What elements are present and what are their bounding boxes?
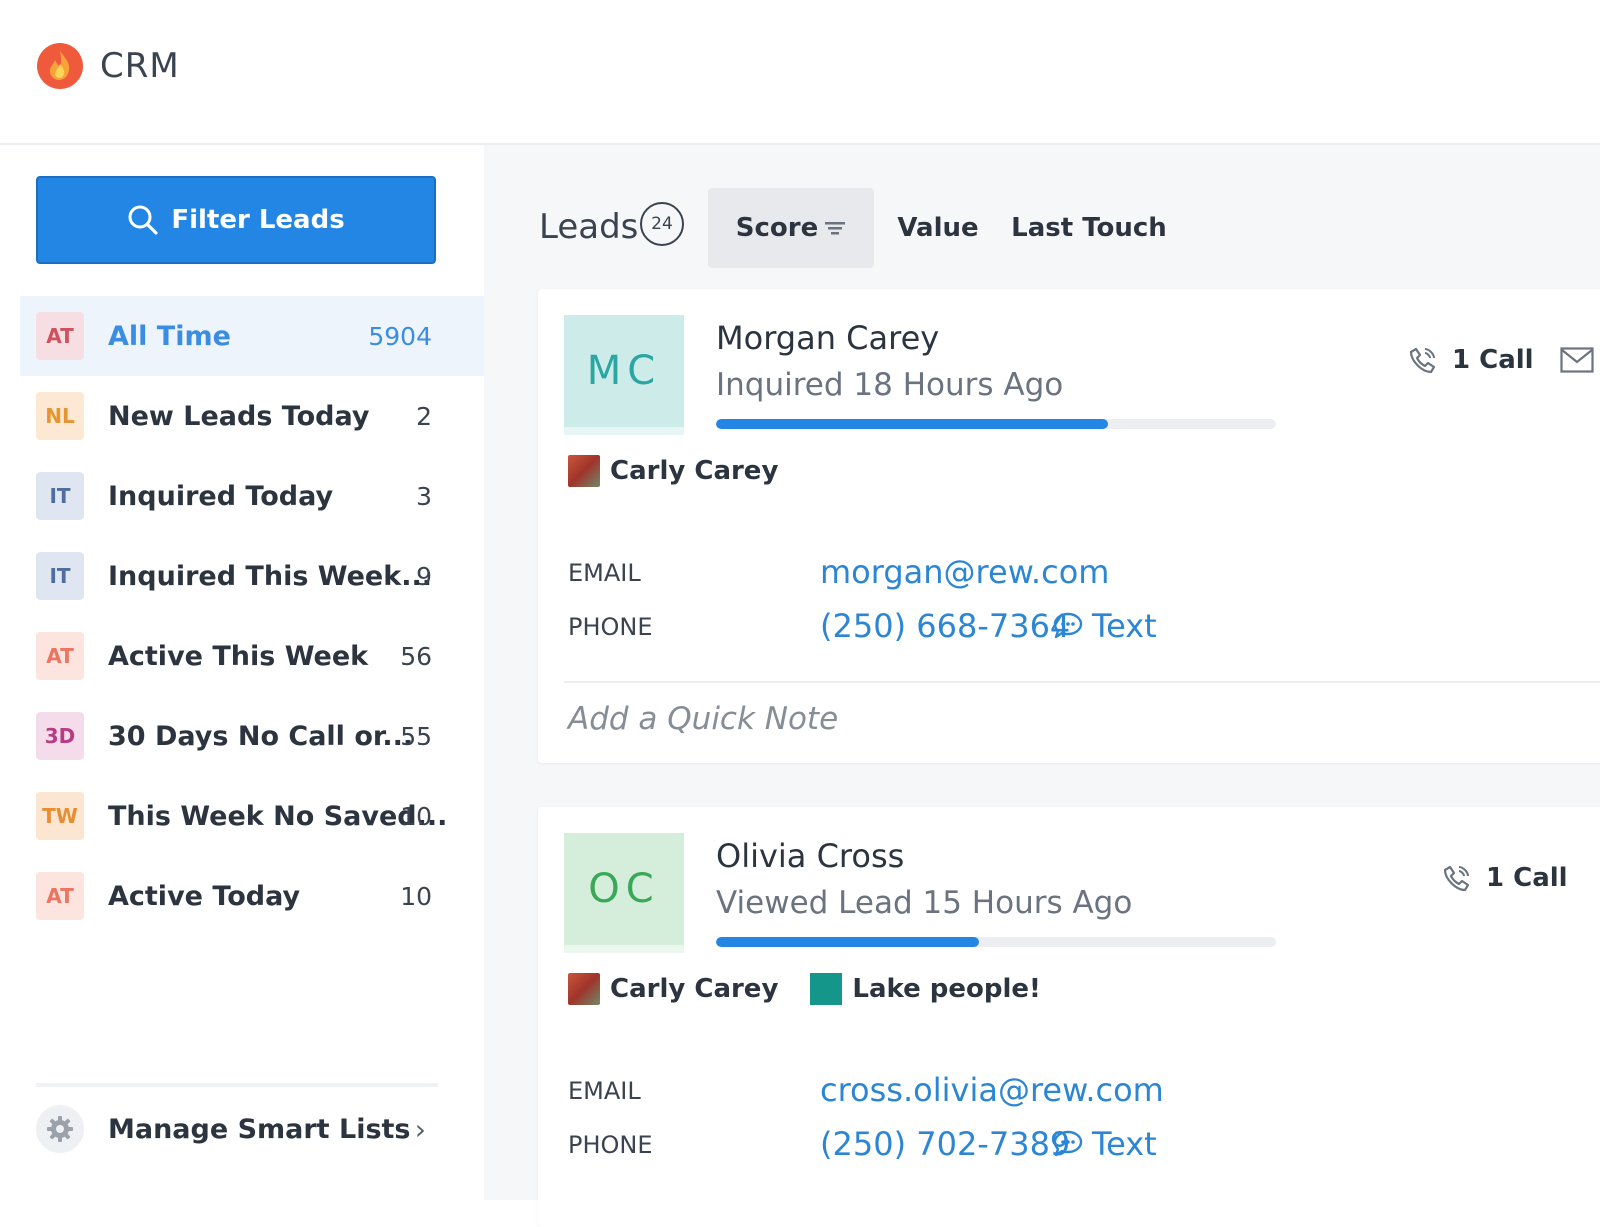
lead-score-fill (716, 419, 1108, 429)
list-count: 10 (400, 801, 432, 831)
list-badge: TW (36, 792, 84, 840)
phone-label: PHONE (568, 613, 653, 641)
list-label: Inquired This Week... (108, 560, 432, 592)
quick-note-input[interactable]: Add a Quick Note (568, 701, 838, 737)
lead-card[interactable]: OC Olivia Cross Viewed Lead 15 Hours Ago… (538, 807, 1600, 1227)
text-message-link[interactable]: Text (1052, 1125, 1157, 1163)
list-label: Active Today (108, 880, 301, 912)
tag-color-swatch (810, 973, 843, 1005)
list-label: This Week No Saved... (108, 800, 448, 832)
smart-list: AT All Time 5904 NL New Leads Today 2 IT… (20, 296, 484, 936)
flame-logo-icon (37, 43, 83, 89)
lead-status: Viewed Lead 15 Hours Ago (716, 885, 1133, 921)
sort-tab-score[interactable]: Score (708, 188, 874, 268)
sort-descending-icon (825, 222, 846, 235)
chevron-right-icon: › (414, 1113, 426, 1146)
phone-link[interactable]: (250) 668-7364 (820, 607, 1070, 645)
list-label: 30 Days No Call or... (108, 720, 414, 752)
text-message-link[interactable]: Text (1052, 607, 1157, 645)
list-badge: AT (36, 312, 84, 360)
lead-avatar: MC (564, 315, 684, 435)
email-link[interactable]: cross.olivia@rew.com (820, 1071, 1164, 1109)
list-count: 5904 (368, 321, 432, 351)
lead-name[interactable]: Morgan Carey (716, 319, 939, 357)
email-label: EMAIL (568, 559, 641, 587)
sidebar-divider (36, 1083, 438, 1087)
list-count: 55 (400, 721, 432, 751)
smart-list-item-inquired-today[interactable]: IT Inquired Today 3 (20, 456, 484, 536)
lead-score-bar (716, 937, 1276, 947)
envelope-icon[interactable] (1559, 347, 1594, 373)
agent-avatar (568, 973, 600, 1005)
call-count[interactable]: 1 Call (1442, 863, 1568, 893)
list-count: 56 (400, 641, 432, 671)
list-count: 10 (400, 881, 432, 911)
tab-label: Last Touch (1011, 213, 1167, 243)
list-label: New Leads Today (108, 400, 370, 432)
lead-status: Inquired 18 Hours Ago (716, 367, 1064, 403)
leads-count-badge: 24 (640, 202, 684, 246)
app-header: CRM (0, 0, 1600, 145)
smart-list-item-this-week-no-saved[interactable]: TW This Week No Saved... 10 (20, 776, 484, 856)
smart-list-item-new-leads-today[interactable]: NL New Leads Today 2 (20, 376, 484, 456)
leads-panel: Leads 24 Score Value Last Touch MC Morga… (484, 145, 1600, 1227)
text-label: Text (1092, 607, 1157, 645)
lead-card[interactable]: MC Morgan Carey Inquired 18 Hours Ago Ca… (538, 289, 1600, 763)
chat-bubble-icon (1053, 612, 1083, 639)
list-badge: NL (36, 392, 84, 440)
email-link[interactable]: morgan@rew.com (820, 553, 1109, 591)
assigned-agent: Carly Carey (568, 455, 778, 487)
manage-smart-lists-item[interactable]: Manage Smart Lists › (20, 1089, 484, 1169)
list-badge: 3D (36, 712, 84, 760)
list-label: Active This Week (108, 640, 369, 672)
smart-list-item-all-time[interactable]: AT All Time 5904 (20, 296, 484, 376)
call-count-label: 1 Call (1486, 863, 1568, 893)
app-title: CRM (100, 46, 180, 86)
list-badge: IT (36, 552, 84, 600)
list-count: 3 (416, 481, 432, 511)
lead-score-fill (716, 937, 980, 947)
list-count: 9 (416, 561, 432, 591)
smart-list-item-active-today[interactable]: AT Active Today 10 (20, 856, 484, 936)
list-badge: IT (36, 472, 84, 520)
gear-icon (36, 1105, 84, 1153)
smart-list-item-active-this-week[interactable]: AT Active This Week 56 (20, 616, 484, 696)
list-badge: AT (36, 872, 84, 920)
chat-bubble-icon (1053, 1130, 1083, 1157)
list-count: 2 (416, 401, 432, 431)
agent-name: Carly Carey (610, 974, 779, 1004)
lead-avatar: OC (564, 833, 684, 953)
filter-leads-button[interactable]: Filter Leads (36, 176, 436, 264)
lead-name[interactable]: Olivia Cross (716, 837, 904, 875)
smart-list-item-inquired-this-week[interactable]: IT Inquired This Week... 9 (20, 536, 484, 616)
email-label: EMAIL (568, 1077, 641, 1105)
list-badge: AT (36, 632, 84, 680)
sort-tab-value[interactable]: Value (882, 188, 994, 268)
call-count-label: 1 Call (1452, 345, 1534, 375)
list-label: Inquired Today (108, 480, 334, 512)
phone-icon (1409, 347, 1436, 374)
sidebar: Filter Leads AT All Time 5904 NL New Lea… (0, 145, 484, 1200)
phone-link[interactable]: (250) 702-7389 (820, 1125, 1070, 1163)
lead-tag: Lake people! (852, 974, 1041, 1004)
call-count[interactable]: 1 Call (1408, 345, 1594, 375)
list-label: All Time (108, 320, 231, 352)
search-icon (128, 205, 158, 235)
phone-label: PHONE (568, 1131, 653, 1159)
smart-list-item-30-days-no-call[interactable]: 3D 30 Days No Call or... 55 (20, 696, 484, 776)
tab-label: Score (735, 213, 819, 243)
leads-heading: Leads (539, 207, 639, 247)
filter-leads-label: Filter Leads (171, 205, 345, 235)
agent-name: Carly Carey (610, 456, 779, 486)
tab-label: Value (897, 213, 979, 243)
phone-icon (1443, 865, 1470, 892)
assigned-agent: Carly Carey Lake people! (568, 973, 1041, 1005)
manage-smart-lists-label: Manage Smart Lists (108, 1113, 411, 1145)
text-label: Text (1092, 1125, 1157, 1163)
lead-score-bar (716, 419, 1276, 429)
sort-tab-last-touch[interactable]: Last Touch (1004, 188, 1174, 268)
agent-avatar (568, 455, 600, 487)
card-divider (564, 681, 1600, 683)
